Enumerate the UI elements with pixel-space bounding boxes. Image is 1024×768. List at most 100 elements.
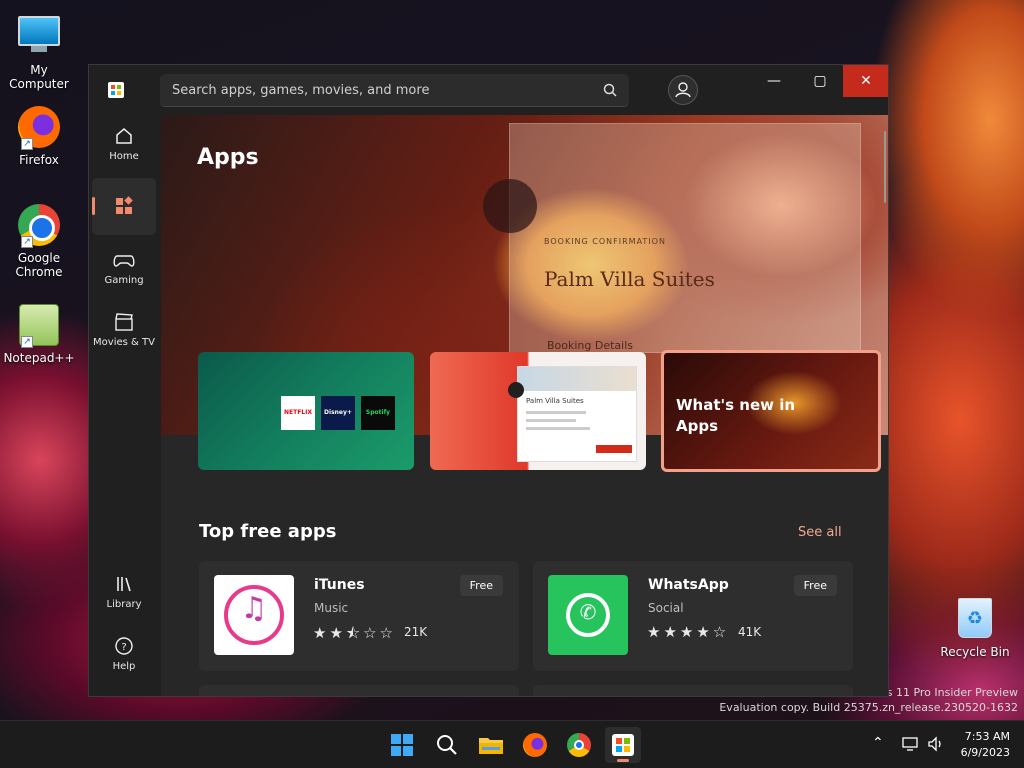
sidebar-item-label: Home (109, 151, 139, 162)
file-explorer-button[interactable] (473, 727, 509, 763)
volume-icon[interactable] (927, 736, 945, 752)
chrome-icon: ↗ (17, 204, 61, 248)
rating-stars: ★★⯪☆☆ (313, 624, 396, 642)
rating-count: 21K (404, 625, 428, 639)
app-category: Music (314, 601, 349, 615)
maximize-button[interactable]: ▢ (797, 65, 843, 97)
sidebar-item-library[interactable]: Library (92, 565, 156, 622)
app-card-itunes[interactable]: ♫ iTunes Music ★★⯪☆☆ 21K Free (199, 561, 519, 671)
firefox-icon (523, 733, 547, 757)
card-streaming[interactable]: NETFLIX Disney+ Spotify (198, 352, 414, 470)
clock-date: 6/9/2023 (960, 746, 1010, 759)
price-badge[interactable]: Free (459, 575, 503, 596)
running-indicator (617, 759, 629, 762)
desktop-icon-label: Recycle Bin (940, 645, 1010, 659)
desktop-icon-my-computer[interactable]: My Computer (0, 10, 78, 91)
taskbar-chrome-button[interactable] (561, 727, 597, 763)
chevron-up-icon[interactable]: ⌃ (872, 735, 884, 751)
apps-icon (116, 196, 133, 214)
watermark-line1: ws 11 Pro Insider Preview (877, 686, 1018, 699)
title-bar[interactable]: Search apps, games, movies, and more — ▢… (89, 65, 888, 115)
taskbar-firefox-button[interactable] (517, 727, 553, 763)
taskbar-search-button[interactable] (429, 727, 465, 763)
gamepad-icon (113, 255, 135, 267)
hero-booking-label: BOOKING CONFIRMATION (544, 237, 666, 246)
account-button[interactable] (668, 75, 698, 105)
microsoft-store-window: Search apps, games, movies, and more — ▢… (88, 64, 889, 697)
sidebar-item-home[interactable]: Home (92, 117, 156, 174)
library-icon (117, 577, 131, 592)
firefox-icon: ↗ (17, 106, 61, 150)
desktop-icon-label: My Computer (9, 63, 69, 91)
hero-hotel-name: Palm Villa Suites (544, 267, 715, 291)
store-icon (612, 734, 634, 756)
sidebar-item-label: Movies & TV (93, 337, 155, 348)
see-all-link[interactable]: See all (798, 525, 842, 540)
search-input[interactable]: Search apps, games, movies, and more (172, 83, 429, 98)
search-icon (437, 735, 457, 755)
rating-count: 41K (738, 625, 762, 639)
taskbar-store-button[interactable] (605, 727, 641, 763)
app-card-next[interactable] (199, 685, 519, 696)
desktop-icon-label: Firefox (19, 153, 59, 167)
network-icon[interactable] (902, 736, 920, 752)
main-content: BOOKING CONFIRMATION Palm Villa Suites B… (161, 115, 888, 696)
chrome-icon (567, 733, 591, 757)
search-icon[interactable] (603, 83, 617, 97)
sidebar-item-movies-tv[interactable]: Movies & TV (92, 303, 156, 360)
disney-plus-logo: Disney+ (321, 396, 355, 430)
windows-icon (391, 734, 413, 756)
sidebar-item-gaming[interactable]: Gaming (92, 241, 156, 298)
spotify-logo: Spotify (361, 396, 395, 430)
desktop-icon-recycle-bin[interactable]: ♻ Recycle Bin (936, 596, 1014, 659)
store-logo-icon (108, 82, 124, 98)
itunes-icon: ♫ (214, 575, 294, 655)
screenshot-avatar (508, 382, 524, 398)
desktop-icon-notepadpp[interactable]: ↗ Notepad++ (0, 304, 78, 365)
svg-text:?: ? (121, 642, 126, 653)
computer-icon (17, 16, 61, 60)
active-indicator (92, 197, 95, 215)
section-title-top-free: Top free apps (199, 521, 337, 542)
sidebar-item-label: Help (112, 661, 136, 672)
folder-icon (479, 738, 503, 754)
page-title: Apps (197, 145, 259, 170)
clock[interactable]: 7:53 AM 6/9/2023 (961, 729, 1010, 761)
hero-avatar (483, 179, 537, 233)
app-screenshot-thumbnail: Palm Villa Suites (517, 366, 637, 462)
netflix-logo: NETFLIX (281, 396, 315, 430)
whatsapp-icon: ✆ (548, 575, 628, 655)
rating-stars: ★★★★☆ (647, 623, 730, 641)
search-box[interactable]: Search apps, games, movies, and more (160, 74, 629, 107)
user-icon (675, 82, 691, 98)
clock-time: 7:53 AM (964, 730, 1010, 743)
desktop-icon-label: Notepad++ (3, 351, 75, 365)
close-button[interactable]: ✕ (843, 65, 888, 97)
app-name: iTunes (314, 577, 365, 593)
app-card-next[interactable] (533, 685, 853, 696)
sidebar-item-label: Library (106, 599, 142, 610)
watermark-line2: Evaluation copy. Build 25375.zn_release.… (719, 701, 1018, 714)
app-category: Social (648, 601, 684, 615)
sidebar-item-apps[interactable] (92, 178, 156, 235)
desktop-icon-chrome[interactable]: ↗ Google Chrome (0, 204, 78, 279)
card-screenshot[interactable]: Palm Villa Suites (430, 352, 646, 470)
sidebar-item-label: Gaming (104, 275, 144, 286)
taskbar: ⌃ 7:53 AM 6/9/2023 (0, 720, 1024, 768)
desktop-icon-firefox[interactable]: ↗ Firefox (0, 106, 78, 167)
card-whats-new[interactable]: What's new in Apps (661, 350, 881, 472)
recycle-bin-icon: ♻ (953, 598, 997, 642)
hero-details-label: Booking Details (547, 339, 634, 352)
clapperboard-icon (115, 313, 133, 331)
app-card-whatsapp[interactable]: ✆ WhatsApp Social ★★★★☆ 41K Free (533, 561, 853, 671)
desktop-icon-label: Google Chrome (15, 251, 63, 279)
price-badge[interactable]: Free (793, 575, 837, 596)
start-button[interactable] (384, 727, 420, 763)
screenshot-title: Palm Villa Suites (526, 397, 584, 405)
minimize-button[interactable]: — (751, 65, 797, 97)
sidebar-item-help[interactable]: ? Help (92, 627, 156, 684)
help-icon: ? (115, 637, 133, 655)
notepadpp-icon: ↗ (17, 304, 61, 348)
scrollbar[interactable] (884, 131, 886, 203)
sidebar: Home Gaming Movies & TV Library ? Help (89, 115, 159, 696)
